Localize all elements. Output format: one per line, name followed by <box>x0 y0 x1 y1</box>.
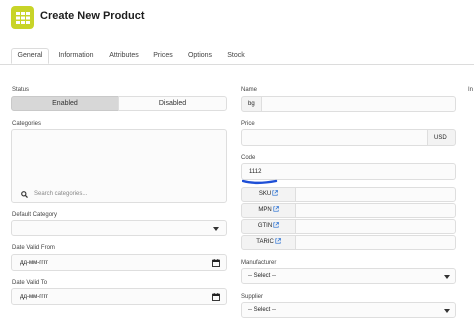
name-language-addon: bg <box>241 96 262 112</box>
app-grid-icon <box>11 6 34 29</box>
handwritten-underline-mark <box>242 179 278 185</box>
page-title: Create New Product <box>40 10 145 22</box>
price-label: Price <box>241 121 255 127</box>
mpn-input[interactable] <box>295 203 456 218</box>
gtin-label: GTIN <box>257 223 273 229</box>
date-valid-to-value: дд-мм-гггг <box>20 294 49 300</box>
sku-label: SKU <box>258 191 272 197</box>
code-label: Code <box>241 155 256 161</box>
external-link-icon[interactable] <box>273 222 280 229</box>
gtin-label-cell[interactable]: GTIN <box>241 219 296 234</box>
taric-label-cell[interactable]: TARIC <box>241 235 296 250</box>
tab-stock[interactable]: Stock <box>223 49 249 64</box>
categories-box[interactable]: Search categories... <box>11 129 227 203</box>
date-valid-from-label: Date Valid From <box>12 245 55 251</box>
date-valid-from-input[interactable]: дд-мм-гггг <box>11 254 227 271</box>
tab-options[interactable]: Options <box>184 49 216 64</box>
mpn-label: MPN <box>258 207 272 213</box>
categories-search-input[interactable]: Search categories... <box>34 190 87 198</box>
date-valid-from-value: дд-мм-гггг <box>20 260 49 266</box>
external-link-icon[interactable] <box>275 238 281 245</box>
manufacturer-value: -- Select -- <box>248 273 277 279</box>
supplier-value: -- Select -- <box>248 307 277 313</box>
taric-label: TARIC <box>256 239 274 245</box>
date-valid-to-label: Date Valid To <box>12 280 48 286</box>
chevron-down-icon <box>444 309 450 313</box>
grid-icon <box>15 11 30 24</box>
tab-attributes[interactable]: Attributes <box>104 49 144 64</box>
sku-label-cell[interactable]: SKU <box>241 187 296 202</box>
status-enabled-button[interactable]: Enabled <box>11 96 119 111</box>
gtin-input[interactable] <box>295 219 456 234</box>
status-disabled-button[interactable]: Disabled <box>118 96 227 111</box>
external-link-icon[interactable] <box>272 190 279 197</box>
calendar-icon[interactable] <box>212 259 220 267</box>
date-valid-to-input[interactable]: дд-мм-гггг <box>11 288 227 305</box>
tab-bar: General Information Attributes Prices Op… <box>0 45 474 65</box>
tab-information[interactable]: Information <box>55 49 97 64</box>
external-link-icon[interactable] <box>273 206 279 213</box>
code-value: 1112 <box>249 169 262 175</box>
chevron-down-icon <box>213 227 219 231</box>
supplier-select[interactable]: -- Select -- <box>241 302 456 318</box>
sku-input[interactable] <box>295 187 456 202</box>
default-category-label: Default Category <box>12 212 58 218</box>
clipped-field-label: In <box>468 87 474 93</box>
manufacturer-label: Manufacturer <box>241 260 277 266</box>
price-input[interactable] <box>241 129 428 146</box>
manufacturer-select[interactable]: -- Select -- <box>241 268 456 284</box>
price-currency-addon: USD <box>427 129 456 146</box>
categories-label: Categories <box>12 121 42 127</box>
name-label: Name <box>241 87 258 93</box>
calendar-icon[interactable] <box>212 293 220 301</box>
name-input[interactable] <box>261 96 456 112</box>
mpn-label-cell[interactable]: MPN <box>241 203 296 218</box>
default-category-select[interactable] <box>11 220 227 236</box>
name-language-code: bg <box>248 101 255 107</box>
chevron-down-icon <box>444 275 450 279</box>
status-label: Status <box>12 87 30 93</box>
tab-prices[interactable]: Prices <box>150 49 176 64</box>
search-icon <box>21 191 28 198</box>
supplier-label: Supplier <box>241 294 264 300</box>
price-currency: USD <box>434 135 447 141</box>
taric-input[interactable] <box>295 235 456 250</box>
tab-general[interactable]: General <box>11 48 49 64</box>
